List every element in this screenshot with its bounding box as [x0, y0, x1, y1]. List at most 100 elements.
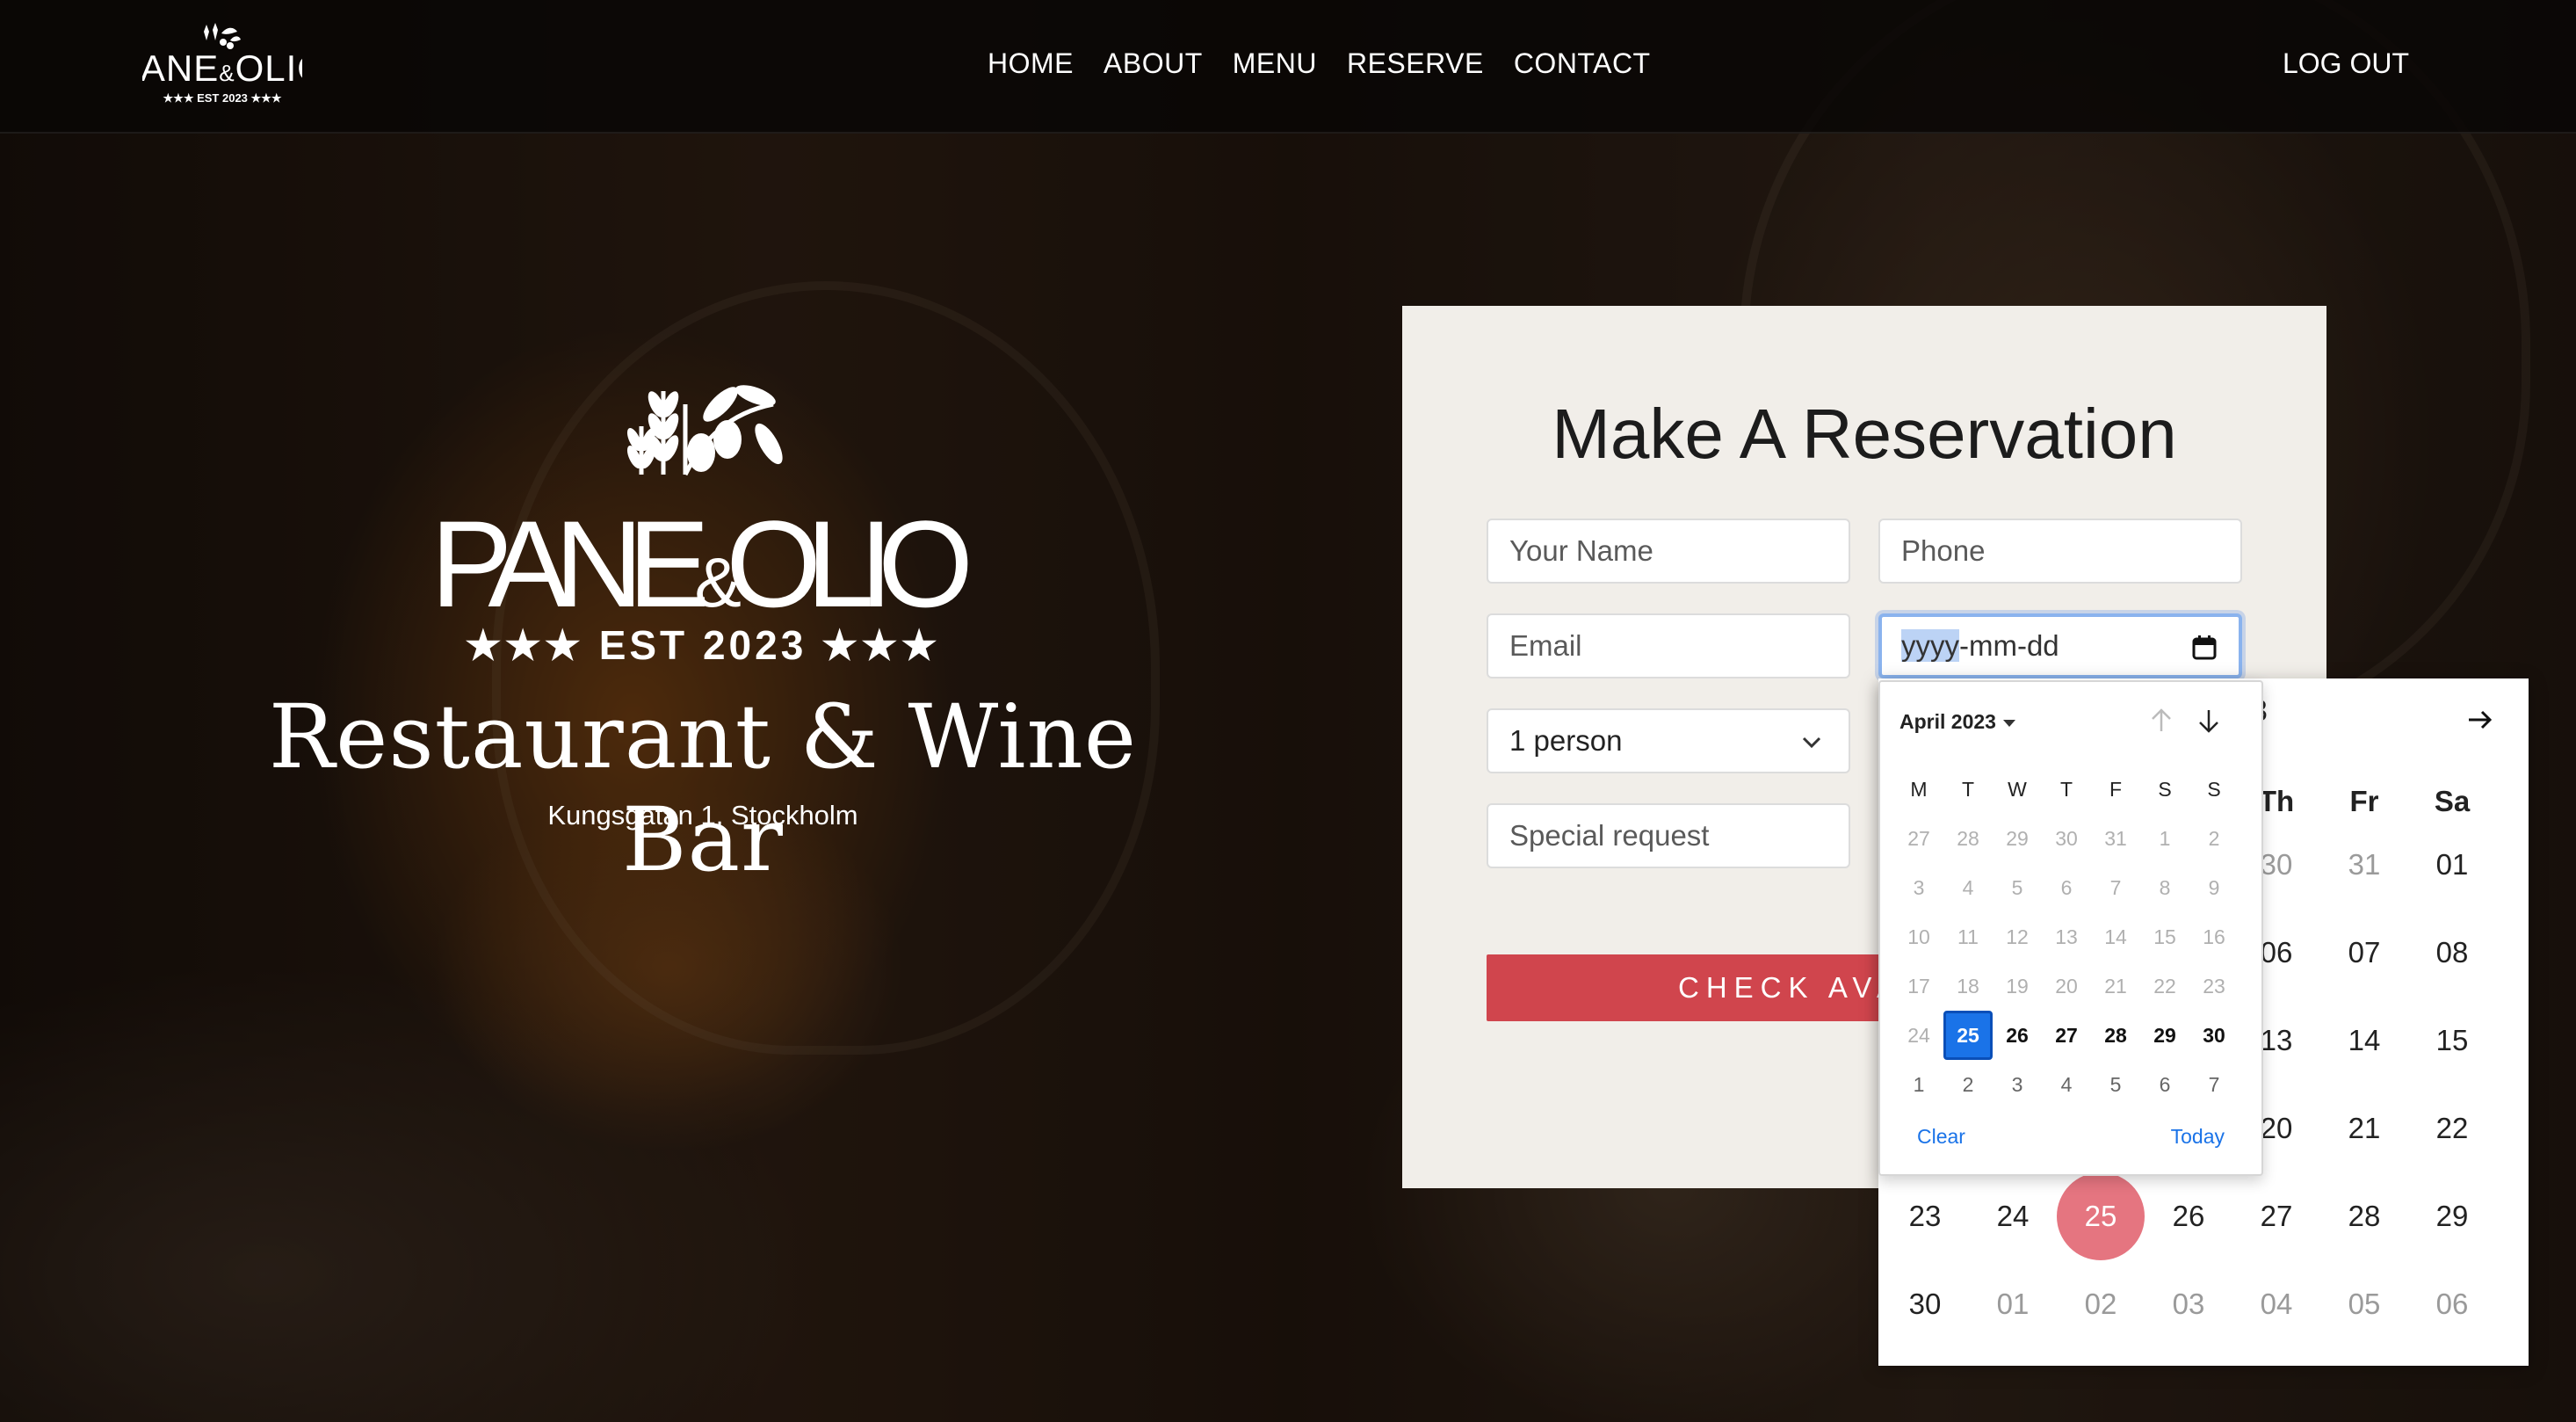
date-picker-day[interactable]: 6: [2042, 863, 2091, 912]
date-picker-day[interactable]: 6: [2140, 1060, 2189, 1109]
name-placeholder: Your Name: [1509, 534, 1653, 567]
date-year-segment[interactable]: yyyy: [1901, 629, 1959, 662]
guests-select[interactable]: 1 person: [1487, 708, 1850, 773]
email-placeholder: Email: [1509, 629, 1582, 662]
name-field[interactable]: Your Name: [1487, 519, 1850, 584]
big-calendar-day[interactable]: 08: [2408, 909, 2496, 997]
date-picker-day[interactable]: 30: [2042, 814, 2091, 863]
svg-text:PANE&OLIO: PANE&OLIO: [431, 495, 975, 633]
nav-home[interactable]: HOME: [988, 47, 1074, 80]
date-picker-day[interactable]: 16: [2189, 912, 2239, 961]
date-picker-day[interactable]: 13: [2042, 912, 2091, 961]
date-picker-day[interactable]: 21: [2091, 961, 2140, 1011]
big-calendar-day[interactable]: 21: [2320, 1085, 2408, 1172]
clear-button[interactable]: Clear: [1917, 1125, 1965, 1149]
big-calendar-selected-day[interactable]: 25: [2057, 1172, 2145, 1260]
date-picker-day[interactable]: 15: [2140, 912, 2189, 961]
big-calendar-day[interactable]: 04: [2232, 1260, 2320, 1348]
date-picker-day[interactable]: 27: [2042, 1011, 2091, 1060]
svg-text:★★★ EST 2023 ★★★: ★★★ EST 2023 ★★★: [163, 91, 282, 105]
date-picker-day[interactable]: 1: [2140, 814, 2189, 863]
big-calendar-day[interactable]: 24: [1969, 1172, 2057, 1260]
arrow-up-icon[interactable]: [2145, 705, 2177, 736]
date-picker-day[interactable]: 7: [2189, 1060, 2239, 1109]
date-picker-day[interactable]: 26: [1993, 1011, 2042, 1060]
date-picker-day[interactable]: 3: [1993, 1060, 2042, 1109]
date-picker-day[interactable]: 14: [2091, 912, 2140, 961]
date-picker-day[interactable]: 2: [2189, 814, 2239, 863]
date-picker-day[interactable]: 8: [2140, 863, 2189, 912]
date-picker-popup: April 2023 M T W T F S S 27 28 29 30 31 1 2 3 4 5 6 7 8 9 10 1…: [1878, 680, 2263, 1176]
wheat-olive-icon: [626, 385, 783, 476]
big-calendar-day[interactable]: 14: [2320, 997, 2408, 1085]
big-calendar-day[interactable]: 26: [2145, 1172, 2232, 1260]
date-picker-weekday: F: [2109, 778, 2123, 801]
date-picker-day[interactable]: 11: [1943, 912, 1993, 961]
month-year-label: April 2023: [1899, 710, 1996, 733]
hero-title: Restaurant & Wine Bar: [268, 686, 1138, 891]
big-calendar-day[interactable]: 28: [2320, 1172, 2408, 1260]
date-picker-day[interactable]: 18: [1943, 961, 1993, 1011]
date-picker-day[interactable]: 12: [1993, 912, 2042, 961]
date-picker-day[interactable]: 27: [1894, 814, 1943, 863]
big-calendar-day[interactable]: 27: [2232, 1172, 2320, 1260]
nav-contact[interactable]: CONTACT: [1514, 47, 1651, 80]
date-picker-day[interactable]: 4: [2042, 1060, 2091, 1109]
big-calendar-day[interactable]: 05: [2320, 1260, 2408, 1348]
date-picker-day[interactable]: 29: [1993, 814, 2042, 863]
date-picker-day[interactable]: 29: [2140, 1011, 2189, 1060]
arrow-right-icon[interactable]: [2465, 705, 2495, 735]
today-button[interactable]: Today: [2171, 1125, 2225, 1149]
big-calendar-day[interactable]: 31: [2320, 821, 2408, 909]
big-calendar-day[interactable]: 29: [2408, 1172, 2496, 1260]
date-picker-day[interactable]: 28: [1943, 814, 1993, 863]
date-picker-day[interactable]: 10: [1894, 912, 1943, 961]
date-picker-day[interactable]: 24: [1894, 1011, 1943, 1060]
date-picker-day[interactable]: 4: [1943, 863, 1993, 912]
calendar-icon[interactable]: [2191, 635, 2218, 661]
big-calendar-day[interactable]: 01: [1969, 1260, 2057, 1348]
date-picker-day[interactable]: 23: [2189, 961, 2239, 1011]
month-year-selector[interactable]: April 2023: [1899, 710, 2015, 734]
date-picker-day[interactable]: 22: [2140, 961, 2189, 1011]
big-calendar-day[interactable]: 23: [1881, 1172, 1969, 1260]
date-picker-day[interactable]: 19: [1993, 961, 2042, 1011]
big-calendar-day[interactable]: 06: [2408, 1260, 2496, 1348]
date-picker-selected-day[interactable]: 25: [1943, 1011, 1993, 1060]
date-picker-weekday: S: [2207, 778, 2221, 801]
date-picker-day[interactable]: 5: [1993, 863, 2042, 912]
date-picker-day[interactable]: 30: [2189, 1011, 2239, 1060]
big-calendar-day[interactable]: 30: [1881, 1260, 1969, 1348]
big-calendar-day[interactable]: 02: [2057, 1260, 2145, 1348]
special-request-placeholder: Special request: [1509, 819, 1710, 852]
phone-field[interactable]: Phone: [1878, 519, 2242, 584]
date-picker-day[interactable]: 2: [1943, 1060, 1993, 1109]
svg-text:★★★ EST 2023 ★★★: ★★★ EST 2023 ★★★: [465, 622, 941, 668]
special-request-field[interactable]: Special request: [1487, 803, 1850, 868]
email-field[interactable]: Email: [1487, 613, 1850, 678]
big-calendar-day[interactable]: 01: [2408, 821, 2496, 909]
date-picker-day[interactable]: 9: [2189, 863, 2239, 912]
big-calendar-day[interactable]: 07: [2320, 909, 2408, 997]
nav-menu[interactable]: MENU: [1233, 47, 1317, 80]
date-picker-weekday: T: [1961, 778, 1975, 801]
big-calendar-day[interactable]: 03: [2145, 1260, 2232, 1348]
date-picker-day[interactable]: 31: [2091, 814, 2140, 863]
date-picker-day[interactable]: 28: [2091, 1011, 2140, 1060]
date-picker-day[interactable]: 1: [1894, 1060, 1943, 1109]
date-picker-day[interactable]: 3: [1894, 863, 1943, 912]
nav-reserve[interactable]: RESERVE: [1347, 47, 1484, 80]
date-picker-day[interactable]: 5: [2091, 1060, 2140, 1109]
date-picker-day[interactable]: 20: [2042, 961, 2091, 1011]
big-calendar-day[interactable]: 22: [2408, 1085, 2496, 1172]
date-picker-day[interactable]: 17: [1894, 961, 1943, 1011]
nav-about[interactable]: ABOUT: [1103, 47, 1203, 80]
date-input[interactable]: yyyy-mm-dd: [1878, 613, 2242, 678]
arrow-down-icon[interactable]: [2193, 705, 2225, 736]
date-picker-day[interactable]: 7: [2091, 863, 2140, 912]
nav-logo[interactable]: PANE&OLIO ★★★ EST 2023 ★★★: [142, 21, 302, 112]
guests-value: 1 person: [1509, 724, 1623, 757]
big-calendar-day[interactable]: 15: [2408, 997, 2496, 1085]
logout-link[interactable]: LOG OUT: [2283, 47, 2409, 80]
svg-text:PANE&OLIO: PANE&OLIO: [142, 47, 302, 89]
